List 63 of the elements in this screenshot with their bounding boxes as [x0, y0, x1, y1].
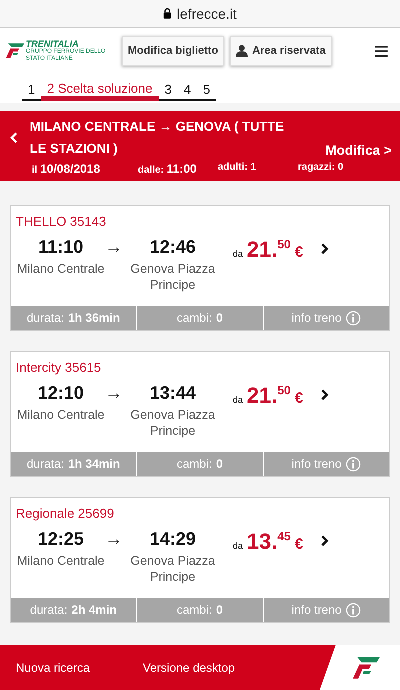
departure-time: dalle: 11:00 — [138, 162, 198, 176]
step-tab[interactable]: 5 — [197, 82, 216, 101]
travel-date: il 10/08/2018 — [32, 162, 102, 176]
url-text: lefrecce.it — [177, 6, 237, 22]
price-prefix: da — [233, 541, 244, 551]
account-button[interactable]: Area riservata — [230, 36, 332, 66]
station-name: Milano Centrale — [17, 407, 105, 423]
price: 13.$^{45}$ — [247, 529, 291, 555]
arrow-glyph: → — [105, 529, 124, 550]
duration-cell: durata: 1h 36min — [11, 306, 136, 330]
step-tab[interactable]: 4 — [178, 82, 198, 101]
footer-link[interactable]: Nuova ricerca — [16, 660, 90, 674]
step-tab[interactable]: 3 — [158, 82, 178, 101]
changes-cell: cambi: 0 — [137, 452, 263, 476]
currency: € — [294, 536, 304, 553]
changes-cell: cambi: 0 — [137, 598, 263, 622]
train-name: Intercity 35615 — [15, 359, 102, 377]
info-icon — [346, 602, 361, 618]
menu-icon[interactable] — [375, 46, 388, 56]
arrival-time: 14:29 — [150, 529, 196, 550]
chevron-right-icon[interactable] — [321, 389, 330, 401]
adults-count: adulti: 1 — [218, 162, 258, 175]
lock-icon — [163, 8, 172, 19]
back-icon[interactable] — [10, 132, 18, 144]
price: 21.$^{50}$ — [247, 383, 291, 409]
solution-card[interactable]: Intercity 35615 12:10 Milano Centrale → 13:44 Genova Piazza Principe da 21.$^{50}$ € durata: 1h 34min cambi: 0 info treno — [10, 351, 390, 477]
price-prefix: da — [233, 249, 244, 259]
footer-link[interactable]: Versione desktop — [143, 660, 236, 674]
station-name: Milano Centrale — [17, 553, 105, 569]
route-title: MILANO CENTRALE → GENOVA ( TUTTE LE STAZIONI ) — [30, 118, 286, 158]
arrival-time: 13:44 — [150, 383, 196, 404]
price-prefix: da — [233, 395, 244, 405]
station-name: Genova Piazza Principe — [130, 553, 216, 585]
station-name: Genova Piazza Principe — [130, 407, 216, 439]
info-icon — [346, 310, 361, 326]
departure-time: 12:25 — [38, 529, 84, 550]
chevron-right-icon[interactable] — [321, 535, 330, 547]
departure-time: 11:10 — [38, 237, 84, 258]
brand-name: TRENITALIA — [26, 39, 79, 49]
solution-card[interactable]: THELLO 35143 11:10 Milano Centrale → 12:46 Genova Piazza Principe da 21.$^{50}$ € durata: 1h 36min cambi: 0 info treno — [10, 205, 390, 331]
train-name: THELLO 35143 — [15, 213, 108, 231]
edit-search-link[interactable]: Modifica > — [326, 143, 392, 158]
duration-cell: durata: 1h 34min — [11, 452, 136, 476]
step-tab[interactable]: 1 — [22, 82, 42, 101]
station-name: Milano Centrale — [17, 261, 105, 277]
children-count: ragazzi: 0 — [298, 162, 345, 175]
price: 21.$^{50}$ — [247, 237, 291, 263]
duration-cell: durata: 2h 4min — [11, 598, 136, 622]
changes-cell: cambi: 0 — [137, 306, 263, 330]
edit-ticket-button[interactable]: Modifica biglietto — [122, 36, 224, 66]
arrow-glyph: → — [105, 383, 124, 404]
departure-time: 12:10 — [38, 383, 84, 404]
arrow-glyph: → — [105, 237, 124, 258]
chevron-right-icon[interactable] — [321, 243, 330, 255]
user-icon — [236, 45, 248, 57]
currency: € — [294, 390, 304, 407]
currency: € — [294, 244, 304, 261]
station-name: Genova Piazza Principe — [130, 261, 216, 293]
train-name: Regionale 25699 — [15, 505, 116, 523]
arrival-time: 12:46 — [150, 237, 196, 258]
solution-card[interactable]: Regionale 25699 12:25 Milano Centrale → 14:29 Genova Piazza Principe da 13.$^{45}$ € durata: 2h 4min cambi: 0 info treno — [10, 497, 390, 623]
info-icon — [346, 456, 361, 472]
step-tab[interactable]: 2 Scelta soluzione — [41, 81, 159, 101]
